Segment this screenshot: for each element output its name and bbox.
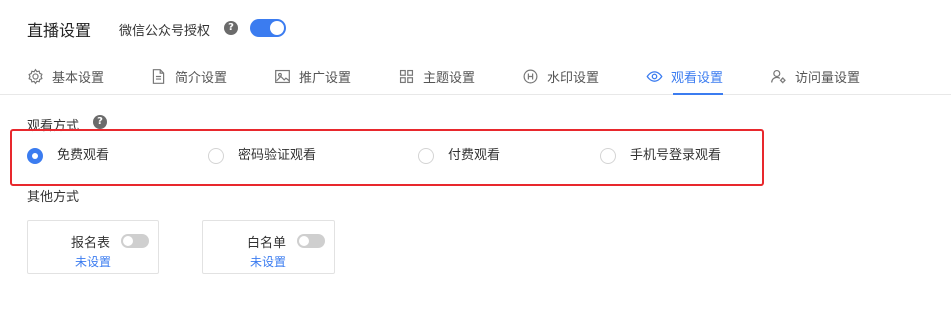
radio-free-watch[interactable] — [27, 148, 43, 164]
registration-form-toggle[interactable] — [121, 234, 149, 248]
toggle-knob — [123, 236, 133, 246]
eye-icon — [646, 70, 663, 82]
whitelist-toggle[interactable] — [297, 234, 325, 248]
tab-watch-settings[interactable]: 观看设置 — [646, 58, 724, 95]
radio-password-watch[interactable] — [208, 148, 224, 164]
tab-traffic-settings[interactable]: 访问量设置 — [770, 58, 860, 94]
tab-label: 水印设置 — [547, 70, 600, 86]
tab-basic-settings[interactable]: 基本设置 — [27, 58, 104, 94]
image-icon — [275, 69, 290, 83]
wechat-auth-toggle[interactable] — [250, 19, 286, 37]
registration-form-card: 报名表 未设置 — [27, 220, 159, 274]
tab-intro-settings[interactable]: 简介设置 — [150, 58, 227, 94]
help-icon[interactable]: ? — [93, 115, 107, 129]
page-title: 直播设置 — [27, 21, 92, 40]
toggle-knob — [299, 236, 309, 246]
toggle-knob — [270, 21, 284, 35]
tab-label: 推广设置 — [299, 70, 352, 86]
radio-label[interactable]: 付费观看 — [448, 148, 500, 164]
tab-label: 简介设置 — [175, 70, 228, 86]
card-title: 报名表 — [71, 236, 111, 251]
document-icon — [152, 68, 165, 84]
other-modes-label: 其他方式 — [27, 190, 80, 205]
tab-label: 访问量设置 — [795, 70, 861, 86]
radio-phone-login-watch[interactable] — [600, 148, 616, 164]
radio-label[interactable]: 免费观看 — [57, 148, 109, 164]
settings-tabs: 基本设置 简介设置 推广设置 主题设置 水印设置 观看设置 访问量设置 — [0, 58, 951, 95]
watermark-icon — [523, 69, 538, 83]
gear-icon — [28, 68, 43, 84]
tab-theme-settings[interactable]: 主题设置 — [398, 58, 475, 94]
tab-label: 基本设置 — [52, 70, 105, 86]
whitelist-setup-link[interactable]: 未设置 — [250, 253, 286, 270]
active-tab-indicator — [673, 93, 724, 95]
tab-promo-settings[interactable]: 推广设置 — [274, 58, 351, 94]
registration-form-setup-link[interactable]: 未设置 — [75, 253, 111, 270]
whitelist-card: 白名单 未设置 — [202, 220, 335, 274]
grid-icon — [399, 69, 414, 83]
radio-paid-watch[interactable] — [418, 148, 434, 164]
radio-label[interactable]: 密码验证观看 — [238, 148, 316, 164]
help-icon[interactable]: ? — [224, 21, 238, 35]
tab-label: 主题设置 — [423, 70, 476, 86]
card-title: 白名单 — [247, 236, 287, 251]
user-settings-icon — [771, 69, 786, 83]
tab-label: 观看设置 — [671, 70, 724, 86]
tab-watermark-settings[interactable]: 水印设置 — [522, 58, 599, 94]
wechat-auth-label: 微信公众号授权 — [119, 24, 211, 39]
radio-label[interactable]: 手机号登录观看 — [630, 148, 721, 164]
